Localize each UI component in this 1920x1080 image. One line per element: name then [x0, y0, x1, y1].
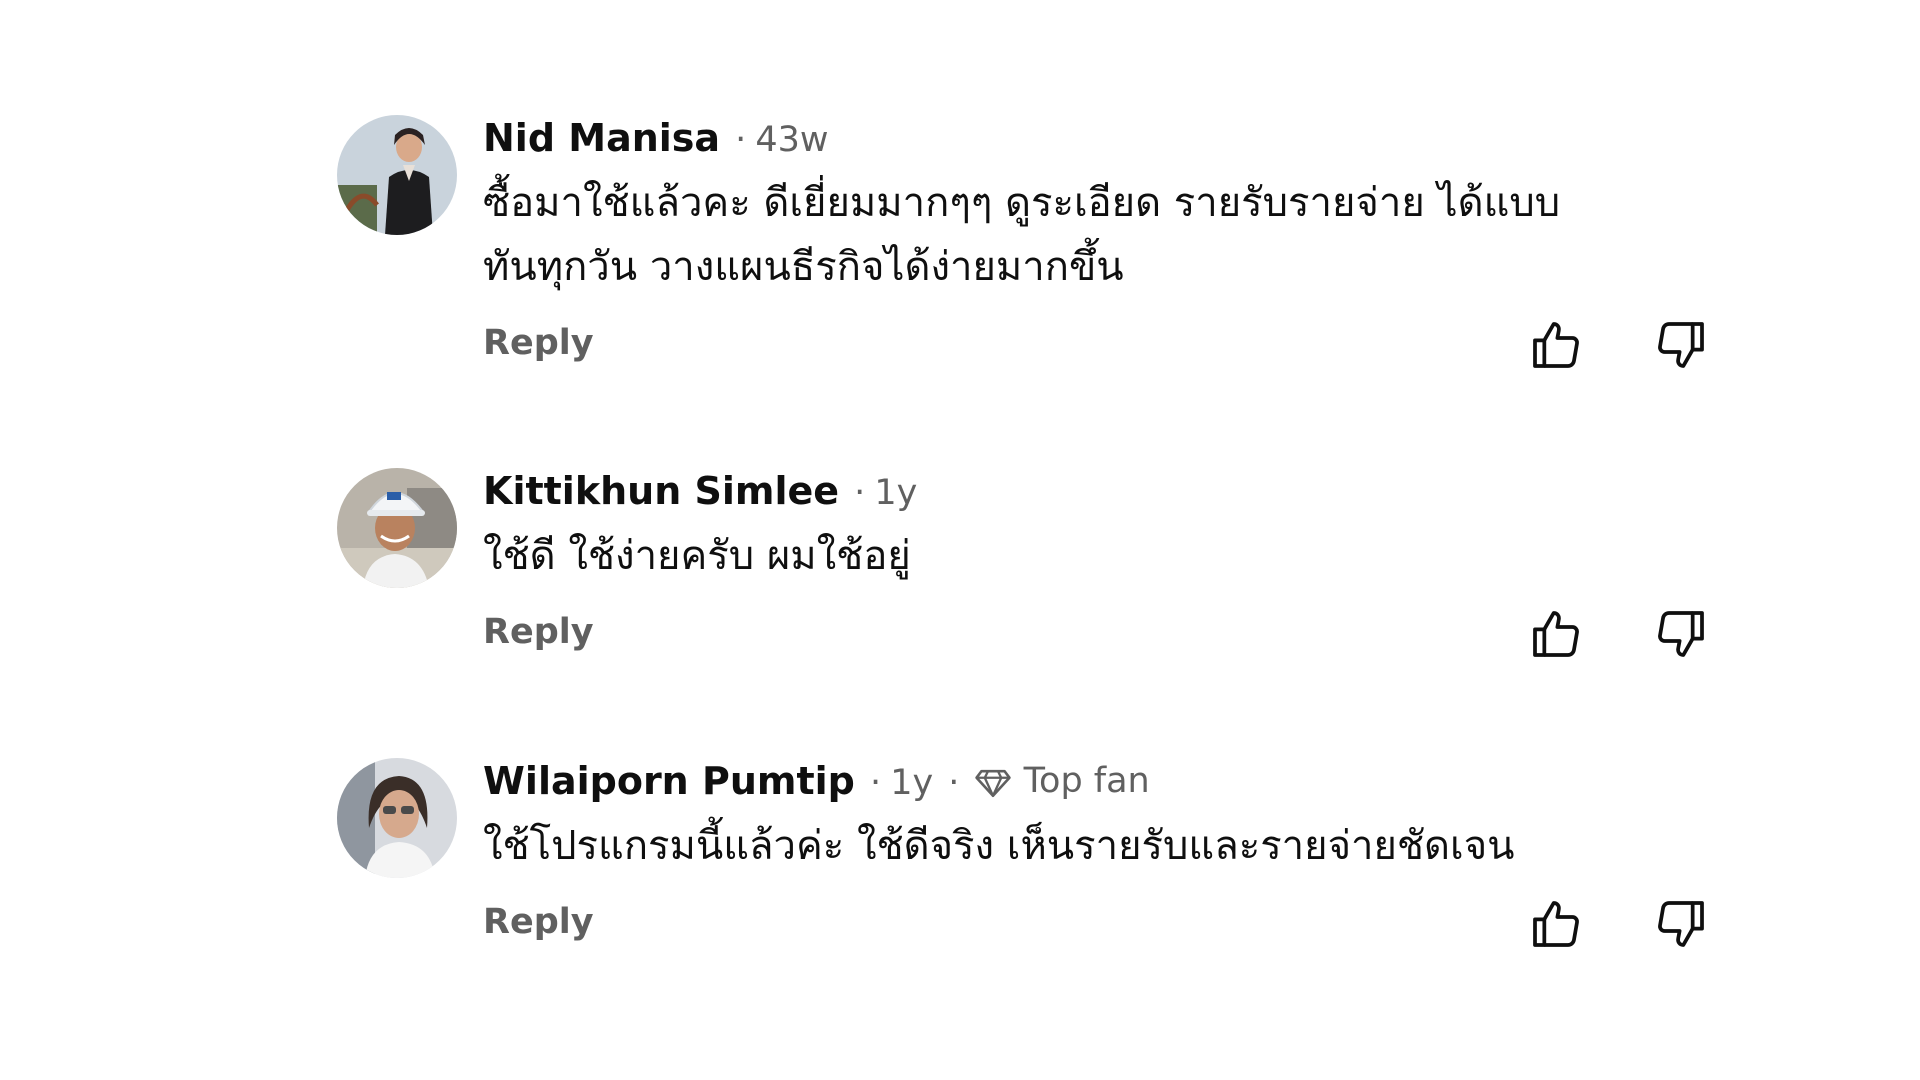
reply-button[interactable]: Reply	[483, 902, 594, 942]
separator: ·	[948, 763, 960, 803]
reply-button[interactable]: Reply	[483, 323, 594, 363]
comment-list: Nid Manisa · 43w ซื้อมาใช้แล้วคะ ดีเยี่ย…	[0, 0, 1920, 1080]
timestamp[interactable]: 43w	[755, 120, 828, 160]
top-fan-badge[interactable]: Top fan	[969, 758, 1150, 810]
diamond-icon	[973, 758, 1013, 804]
comment-header: Wilaiporn Pumtip · 1y · Top fan	[483, 758, 1593, 804]
like-button[interactable]	[1528, 606, 1584, 662]
comment-header: Kittikhun Simlee · 1y	[483, 468, 1593, 514]
comment-text: ซื้อมาใช้แล้วคะ ดีเยี่ยมมากๆๆ ดูระเอียด …	[483, 180, 1561, 290]
comment-actions: Reply	[483, 606, 1704, 666]
avatar-image	[337, 758, 457, 878]
thumb-down-icon	[1658, 611, 1704, 657]
thumb-down-icon	[1658, 901, 1704, 947]
avatar[interactable]	[337, 468, 457, 588]
dislike-button[interactable]	[1653, 317, 1709, 373]
reply-button[interactable]: Reply	[483, 612, 594, 652]
like-button[interactable]	[1528, 896, 1584, 952]
comment-body: Wilaiporn Pumtip · 1y · Top fan ใช้โปรแก…	[483, 758, 1704, 956]
comment-actions: Reply	[483, 896, 1704, 956]
thumb-up-icon	[1533, 901, 1579, 947]
thumb-up-icon	[1533, 611, 1579, 657]
author-name[interactable]: Wilaiporn Pumtip	[483, 759, 855, 803]
author-name[interactable]: Kittikhun Simlee	[483, 469, 839, 513]
thumb-down-icon	[1658, 322, 1704, 368]
badge-label: Top fan	[1023, 761, 1150, 801]
like-button[interactable]	[1528, 317, 1584, 373]
avatar[interactable]	[337, 758, 457, 878]
dislike-button[interactable]	[1653, 896, 1709, 952]
dislike-button[interactable]	[1653, 606, 1709, 662]
separator: ·	[735, 120, 747, 160]
avatar-image	[337, 115, 457, 235]
author-name[interactable]: Nid Manisa	[483, 116, 720, 160]
avatar-image	[337, 468, 457, 588]
comment-header: Nid Manisa · 43w	[483, 115, 1593, 161]
comment-body: Kittikhun Simlee · 1y ใช้ดี ใช้ง่ายครับ …	[483, 468, 1704, 666]
comment-body: Nid Manisa · 43w ซื้อมาใช้แล้วคะ ดีเยี่ย…	[483, 115, 1704, 377]
avatar[interactable]	[337, 115, 457, 235]
comment-text: ใช้ดี ใช้ง่ายครับ ผมใช้อยู่	[483, 533, 911, 579]
separator: ·	[854, 473, 866, 513]
timestamp[interactable]: 1y	[890, 763, 933, 803]
timestamp[interactable]: 1y	[874, 473, 917, 513]
comment-actions: Reply	[483, 317, 1704, 377]
thumb-up-icon	[1533, 322, 1579, 368]
separator: ·	[869, 763, 882, 803]
comment-text: ใช้โปรแกรมนี้แล้วค่ะ ใช้ดีจริง เห็นรายรั…	[483, 823, 1515, 869]
